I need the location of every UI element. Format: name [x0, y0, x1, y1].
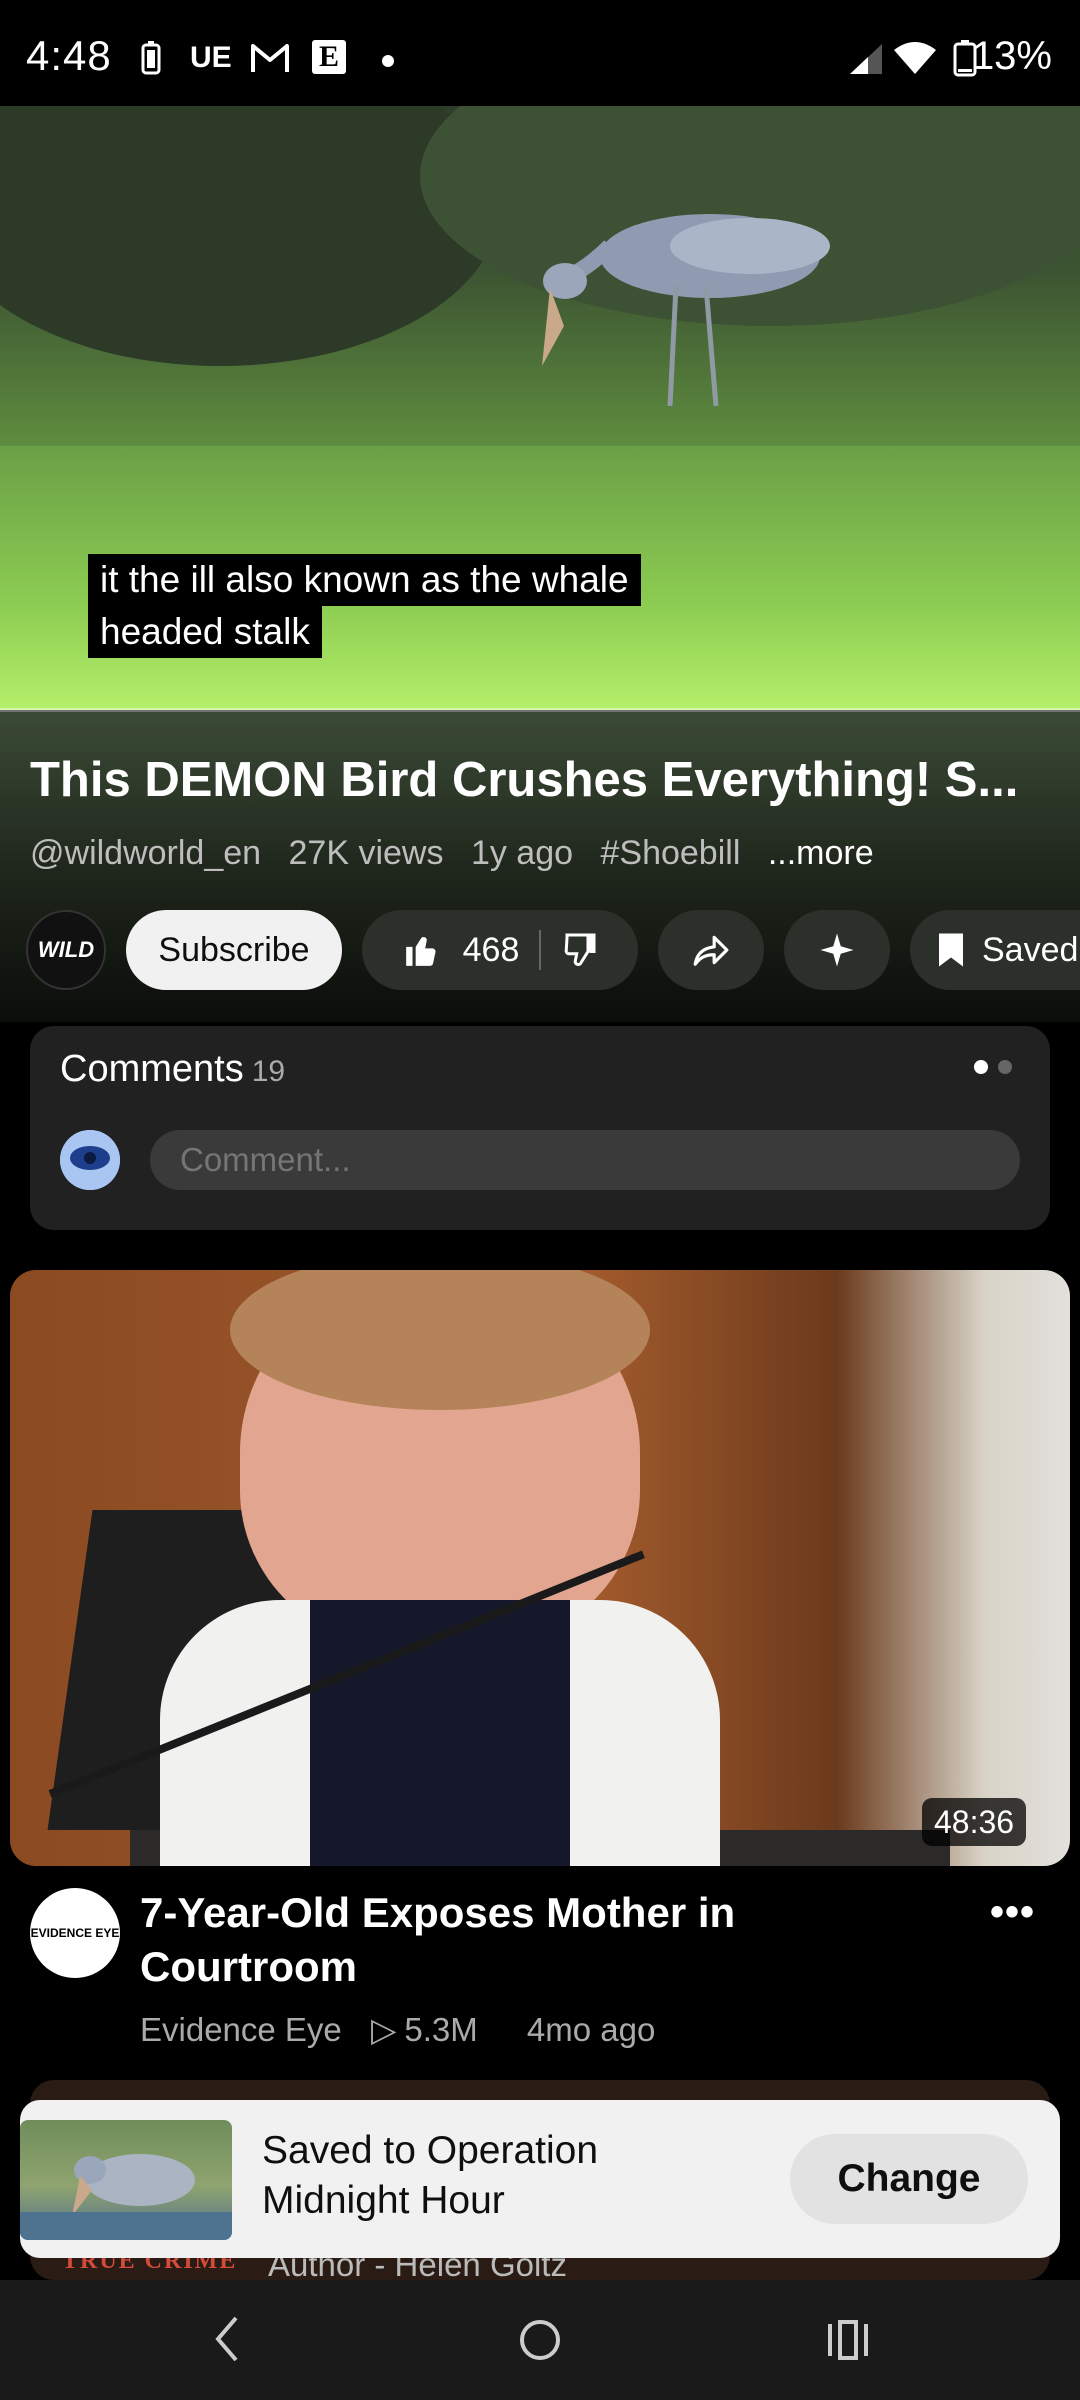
channel-avatar[interactable]: WILD [26, 910, 106, 990]
caption-line: headed stalk [88, 606, 322, 658]
shoebill-bird-icon [542, 214, 830, 407]
sparkle-icon [820, 933, 854, 967]
page-dot [998, 1060, 1012, 1074]
foliage-shape [0, 106, 500, 366]
save-button[interactable]: Saved [910, 910, 1080, 990]
status-time: 4:48 [26, 32, 112, 79]
hashtag[interactable]: #Shoebill [600, 834, 740, 872]
like-button[interactable]: 468 [403, 930, 520, 970]
dislike-button[interactable] [561, 932, 597, 968]
upload-age: 1y ago [470, 834, 574, 872]
video-caption: it the ill also known as the whale heade… [88, 554, 641, 658]
comments-count: 19 [251, 1055, 286, 1088]
video-player[interactable]: it the ill also known as the whale heade… [0, 106, 1080, 710]
like-dislike-pill: 468 [362, 910, 638, 990]
bookmark-icon [939, 933, 963, 967]
channel-handle: @wildworld_en [30, 834, 262, 872]
caption-line: it the ill also known as the whale [88, 554, 641, 606]
thumbs-down-icon [565, 933, 596, 967]
back-icon[interactable] [212, 2314, 242, 2364]
user-avatar [60, 1130, 120, 1190]
comment-input[interactable] [150, 1130, 1020, 1190]
page-dot-active [974, 1060, 988, 1074]
wifi-icon [892, 40, 938, 76]
share-button[interactable] [658, 910, 764, 990]
ask-sparkle-button[interactable] [784, 910, 890, 990]
more-link[interactable]: ...more [768, 834, 874, 872]
thumbs-up-icon [405, 937, 436, 966]
video-meta-row[interactable]: @wildworld_en 27K views 1y ago #Shoebill… [30, 834, 892, 873]
battery-saver-icon [140, 40, 162, 76]
battery-percentage: 13% [971, 34, 1052, 78]
view-count: 5.3M [404, 2011, 478, 2048]
save-label: Saved [982, 930, 1079, 969]
subscribe-button[interactable]: Subscribe [126, 910, 342, 990]
like-count: 468 [462, 930, 520, 969]
gmail-icon [250, 40, 290, 76]
play-icon: ▷ [370, 2011, 397, 2048]
more-options-icon[interactable]: ••• [990, 1890, 1035, 1935]
recommended-video-meta: Evidence Eye ▷ 5.3M 4mo ago [140, 2010, 675, 2049]
navigation-bar [0, 2280, 1080, 2400]
signal-icon [846, 40, 886, 76]
share-icon [693, 935, 729, 966]
recommended-video-title[interactable]: 7-Year-Old Exposes Mother in Courtroom [140, 1886, 940, 1994]
comments-label: Comments [60, 1048, 244, 1090]
recommended-age: 4mo ago [526, 2011, 656, 2048]
recommended-views: ▷ 5.3M [371, 2011, 498, 2048]
video-title[interactable]: This DEMON Bird Crushes Everything! S... [30, 752, 1050, 808]
like-divider [539, 930, 542, 970]
e-icon: E [312, 40, 346, 74]
recommended-channel-avatar[interactable]: EVIDENCE EYE [30, 1888, 120, 1978]
video-duration-badge: 48:36 [922, 1798, 1027, 1846]
comments-header: Comments 19 [60, 1048, 285, 1091]
snackbar-message: Saved to Operation Midnight Hour [262, 2129, 599, 2222]
recommended-video-thumbnail[interactable] [10, 1270, 1070, 1866]
dot-icon [382, 55, 394, 67]
snackbar-thumbnail [20, 2120, 232, 2240]
view-count: 27K views [288, 834, 444, 872]
recommended-channel-name: Evidence Eye [140, 2011, 342, 2048]
change-button[interactable]: Change [790, 2134, 1028, 2224]
ue-icon: UE [190, 41, 232, 74]
recents-icon[interactable] [826, 2320, 870, 2360]
home-icon[interactable] [518, 2318, 562, 2362]
